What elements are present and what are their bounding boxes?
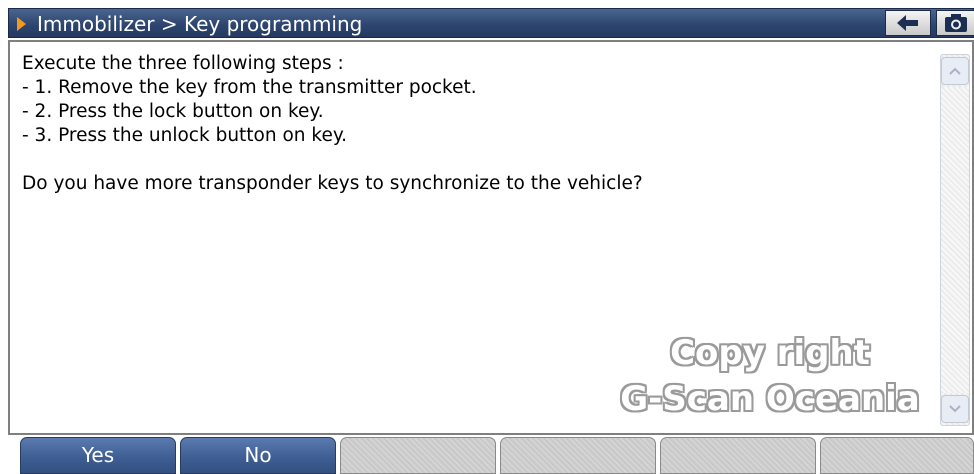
back-arrow-icon xyxy=(897,15,918,31)
screen-title: Immobilizer > Key programming xyxy=(37,12,363,36)
title-arrow-icon xyxy=(17,17,26,31)
function-button-bar: Yes No xyxy=(8,437,974,474)
empty-function-button-5 xyxy=(660,437,816,474)
message-line-blank xyxy=(22,148,922,172)
message-line: - 2. Press the lock button on key. xyxy=(22,101,324,122)
message-line: - 3. Press the unlock button on key. xyxy=(22,125,348,146)
no-button[interactable]: No xyxy=(180,437,336,474)
empty-function-button-3 xyxy=(340,437,496,474)
empty-function-button-6 xyxy=(820,437,974,474)
vertical-scrollbar[interactable] xyxy=(940,54,970,426)
title-bar: Immobilizer > Key programming xyxy=(8,8,974,38)
back-button[interactable] xyxy=(885,10,931,36)
capture-button[interactable] xyxy=(936,10,974,36)
message-line: Execute the three following steps : xyxy=(22,53,344,74)
scroll-down-button[interactable] xyxy=(941,395,969,423)
camera-icon xyxy=(945,14,967,32)
chevron-up-icon xyxy=(949,67,961,75)
message-line: - 1. Remove the key from the transmitter… xyxy=(22,77,477,98)
message-question: Do you have more transponder keys to syn… xyxy=(22,173,643,194)
chevron-down-icon xyxy=(949,405,961,413)
empty-function-button-4 xyxy=(500,437,656,474)
message-text: Execute the three following steps : - 1.… xyxy=(22,52,922,196)
yes-button[interactable]: Yes xyxy=(20,437,176,474)
message-panel: Execute the three following steps : - 1.… xyxy=(8,40,974,435)
scroll-up-button[interactable] xyxy=(941,57,969,85)
scroll-track[interactable] xyxy=(941,87,969,393)
